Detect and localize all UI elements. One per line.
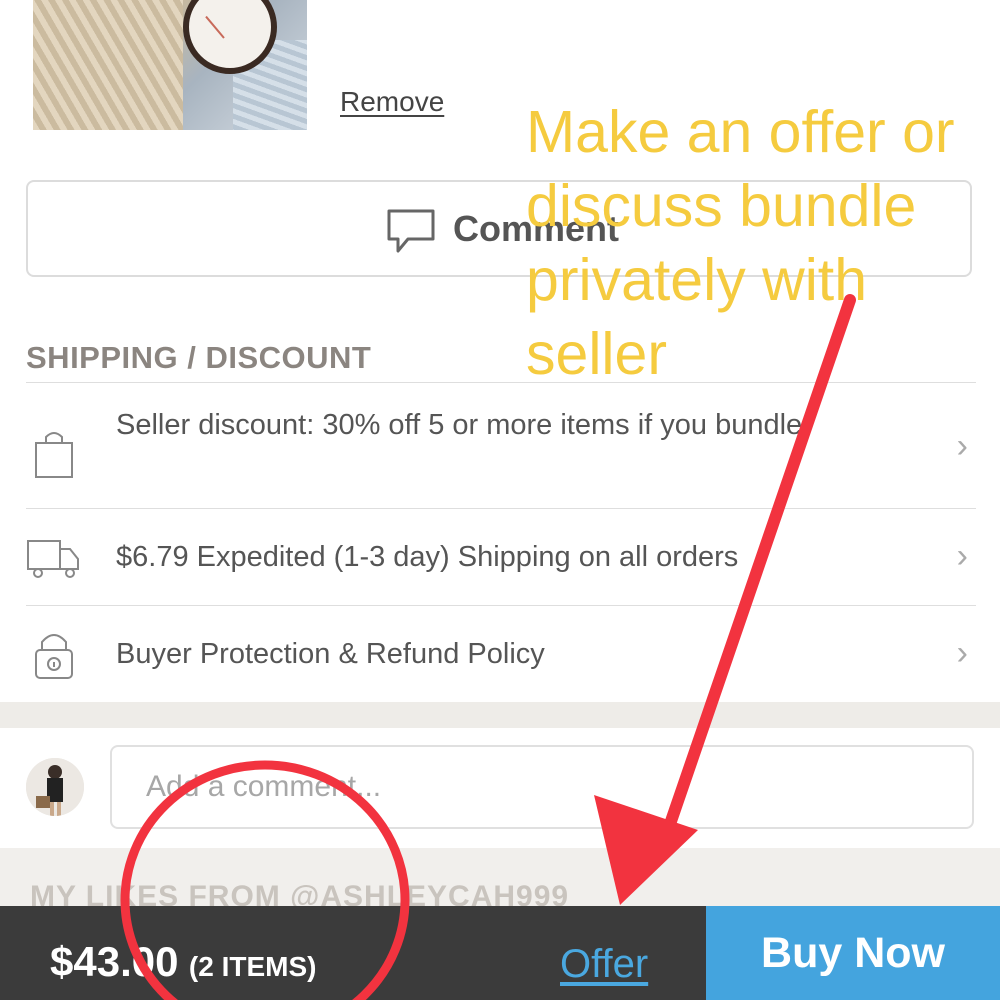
annotation-text: Make an offer or discuss bundle privatel… (526, 99, 955, 387)
padlock-icon (35, 634, 73, 679)
total-price: $43.00 (50, 938, 179, 985)
shipping-section-title: SHIPPING / DISCOUNT (26, 340, 372, 375)
comment-input[interactable] (110, 745, 974, 829)
chevron-right-icon: › (956, 634, 968, 672)
remove-link[interactable]: Remove (340, 86, 444, 118)
shipping-row-buyer-protection[interactable]: Buyer Protection & Refund Policy › (26, 605, 976, 702)
avatar-figure (26, 758, 84, 816)
section-divider (0, 702, 1000, 728)
delivery-truck-icon (27, 540, 79, 578)
price-summary: $43.00 (2 ITEMS) (50, 938, 316, 986)
shipping-row-text: Seller discount: 30% off 5 or more items… (116, 409, 811, 441)
sweater-texture (33, 0, 183, 130)
chevron-right-icon: › (956, 537, 968, 575)
avatar[interactable] (26, 758, 84, 816)
speech-bubble-icon (387, 209, 435, 253)
shipping-row-text: $6.79 Expedited (1-3 day) Shipping on al… (116, 541, 739, 573)
shipping-row-expedited[interactable]: $6.79 Expedited (1-3 day) Shipping on al… (26, 508, 976, 605)
shipping-row-discount[interactable]: Seller discount: 30% off 5 or more items… (26, 382, 976, 508)
bottom-action-bar: $43.00 (2 ITEMS) Offer Buy Now (0, 906, 1000, 1000)
buy-now-button[interactable]: Buy Now (706, 906, 1000, 1000)
shipping-row-text: Buyer Protection & Refund Policy (116, 638, 545, 670)
shopping-bag-icon (35, 432, 73, 478)
offer-button[interactable]: Offer (560, 942, 648, 987)
product-thumbnail[interactable] (33, 0, 307, 130)
item-count: (2 ITEMS) (188, 951, 317, 982)
listing-page: Remove Comment SHIPPING / DISCOUNT Selle… (0, 0, 1000, 1000)
chevron-right-icon: › (956, 427, 968, 465)
